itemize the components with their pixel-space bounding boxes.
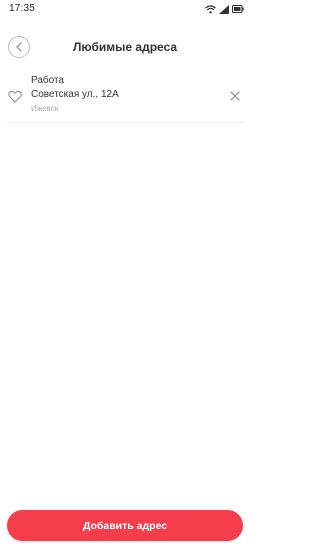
address-name: Работа: [31, 75, 64, 86]
header: Любимые адреса: [0, 26, 250, 70]
page-title: Любимые адреса: [72, 40, 178, 54]
add-address-button[interactable]: Добавить адрес: [7, 510, 243, 541]
signal-icon: [219, 4, 229, 14]
status-time: 17:35: [9, 3, 36, 14]
address-city: Ижевск: [31, 104, 59, 113]
address-list: Работа Советская ул., 12А Ижевск: [0, 70, 250, 123]
address-card[interactable]: Работа Советская ул., 12А Ижевск: [6, 70, 244, 123]
close-icon[interactable]: [230, 91, 240, 101]
heart-outline-icon[interactable]: [8, 90, 22, 103]
status-icons: [205, 3, 244, 15]
chevron-left-icon: [16, 42, 22, 52]
address-street: Советская ул., 12А: [31, 89, 119, 100]
back-button[interactable]: [8, 36, 30, 58]
battery-icon: [232, 5, 244, 13]
wifi-icon: [205, 4, 216, 13]
system-nav-bar: [0, 546, 250, 556]
status-bar: 17:35: [0, 0, 250, 18]
